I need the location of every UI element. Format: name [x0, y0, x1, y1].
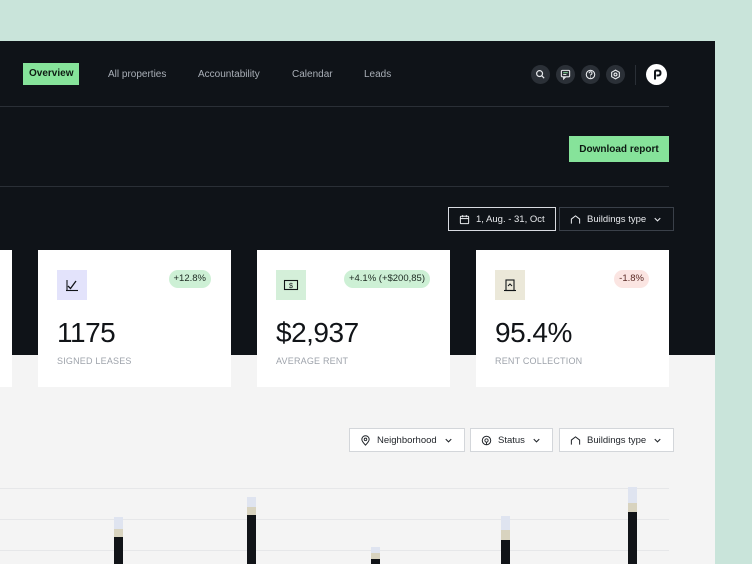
nav-tab-overview[interactable]: Overview: [23, 63, 80, 85]
stat-value: 95.4%: [495, 317, 572, 348]
nav-tab-all-properties[interactable]: All properties: [108, 69, 166, 80]
chart-gridline: [0, 550, 669, 551]
buildings-type-label: Buildings type: [587, 213, 647, 225]
nav-divider: [635, 65, 636, 85]
top-nav: Overview All properties Accountability C…: [0, 41, 669, 107]
stat-card-partial: [0, 250, 12, 387]
search-button[interactable]: [531, 65, 550, 84]
brand-logo-icon: [653, 69, 662, 79]
card-icon-box: [495, 270, 525, 300]
chat-icon: [560, 69, 571, 80]
stat-value: $2,937: [276, 317, 359, 348]
settings-icon: [611, 69, 620, 80]
stat-card-rent-collection: -1.8% 95.4% RENT COLLECTION: [476, 250, 669, 387]
chart-bar: [628, 487, 637, 564]
status-label: Status: [498, 434, 525, 446]
buildings-type-label: Buildings type: [587, 434, 647, 446]
stat-card-average-rent: $ +4.1% (+$200,85) $2,937 AVERAGE RENT: [257, 250, 450, 387]
search-icon: [536, 70, 545, 79]
change-badge: -1.8%: [614, 270, 649, 288]
building-icon: [570, 435, 581, 445]
chart-bar: [371, 547, 380, 564]
buildings-type-dropdown-top[interactable]: Buildings type: [559, 207, 675, 231]
status-dropdown[interactable]: Status: [470, 428, 553, 452]
chart-gridline: [0, 488, 669, 489]
chevron-down-icon: [654, 217, 661, 222]
neighborhood-dropdown[interactable]: Neighborhood: [349, 428, 465, 452]
help-icon: [585, 69, 596, 80]
chart-bar: [114, 517, 123, 564]
stat-caption: AVERAGE RENT: [276, 356, 349, 366]
stat-card-signed-leases: +12.8% 1175 SIGNED LEASES: [38, 250, 231, 387]
collection-icon: [504, 279, 516, 292]
card-icon-box: [57, 270, 87, 300]
stat-value: 1175: [57, 317, 116, 348]
change-badge: +4.1% (+$200,85): [343, 270, 430, 288]
location-pin-icon: [361, 434, 370, 446]
chevron-down-icon: [533, 438, 540, 443]
messages-button[interactable]: [556, 65, 575, 84]
chart-bar: [247, 497, 256, 564]
help-button[interactable]: [581, 65, 600, 84]
buildings-type-dropdown-bottom[interactable]: Buildings type: [559, 428, 675, 452]
chart-bar: [501, 516, 510, 564]
dollar-bill-icon: $: [283, 279, 299, 291]
settings-button[interactable]: [606, 65, 625, 84]
app-window: Overview All properties Accountability C…: [0, 41, 715, 564]
chart-gridline: [0, 519, 669, 520]
card-icon-box: $: [276, 270, 306, 300]
svg-text:$: $: [289, 283, 293, 290]
stat-caption: RENT COLLECTION: [495, 356, 583, 366]
nav-tab-accountability[interactable]: Accountability: [198, 69, 260, 80]
download-report-button[interactable]: Download report: [569, 136, 669, 162]
date-range-picker[interactable]: 1, Aug. - 31, Oct: [448, 207, 556, 231]
neighborhood-label: Neighborhood: [377, 434, 437, 446]
chevron-down-icon: [445, 438, 452, 443]
stat-caption: SIGNED LEASES: [57, 356, 132, 366]
building-icon: [570, 214, 581, 224]
nav-tab-calendar[interactable]: Calendar: [292, 69, 333, 80]
change-badge: +12.8%: [168, 270, 211, 288]
signature-icon: [66, 280, 78, 292]
status-icon: [481, 435, 492, 445]
nav-tab-leads[interactable]: Leads: [364, 69, 391, 80]
chevron-down-icon: [654, 438, 661, 443]
calendar-icon: [459, 214, 470, 224]
date-range-label: 1, Aug. - 31, Oct: [476, 213, 545, 225]
user-avatar[interactable]: [646, 64, 667, 85]
